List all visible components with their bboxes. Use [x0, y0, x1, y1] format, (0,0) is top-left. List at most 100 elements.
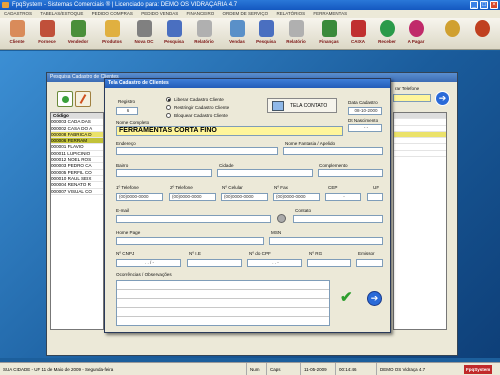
toolbar-receber-button[interactable]: Receber	[374, 20, 400, 49]
toolbar-power-button[interactable]	[470, 20, 494, 49]
report-icon	[288, 20, 304, 37]
observacoes-field[interactable]	[116, 280, 330, 326]
dt-nascimento-field[interactable]: - -	[348, 124, 382, 132]
emissor-field[interactable]	[356, 259, 383, 267]
telefone2-label: 2º Telefone	[170, 185, 193, 190]
result-panel	[393, 112, 447, 330]
title-bar: FpqSystem - Sistemas Comerciais ® | Lice…	[0, 0, 500, 10]
toolbar-nova-oc-button[interactable]: Nova OC	[131, 20, 157, 49]
data-cadastro-field[interactable]: 08-10-2000	[348, 107, 382, 115]
registro-field[interactable]: 6	[116, 107, 138, 115]
bairro-label: Bairro	[116, 163, 129, 168]
fax-label: Nº Fax	[274, 185, 288, 190]
toolbar-vendedor-button[interactable]: Vendedor	[64, 20, 92, 49]
telefone1-field[interactable]: (00)0000-0000	[116, 193, 163, 201]
confirm-check-icon[interactable]: ✔	[340, 290, 355, 305]
celular-field[interactable]: (00)0000-0000	[221, 193, 268, 201]
menu-ferramentas[interactable]: FERRAMENTAS	[313, 11, 347, 16]
contato-field[interactable]	[293, 215, 383, 223]
menu-financeiro[interactable]: FINANCEIRO	[186, 11, 214, 16]
contact-icon	[272, 101, 284, 111]
menu-pedido-vendas[interactable]: PEDIDO VENDAS	[141, 11, 178, 16]
endereco-label: Endereço	[116, 141, 136, 146]
fax-field[interactable]: (00)0000-0000	[273, 193, 320, 201]
menu-pedido-compras[interactable]: PEDIDO COMPRAS	[92, 11, 133, 16]
telefone2-field[interactable]: (00)0000-0000	[169, 193, 216, 201]
telefone1-label: 1º Telefone	[116, 185, 139, 190]
email-send-icon[interactable]	[277, 214, 286, 223]
radio-bloquear[interactable]	[166, 113, 171, 118]
list-item[interactable]: 000007 VISUAL CO	[51, 189, 103, 195]
new-order-icon	[136, 20, 152, 37]
cnpj-field[interactable]: . . / -	[116, 259, 181, 267]
finance-icon	[321, 20, 337, 37]
nome-field[interactable]: FERRAMENTAS CORTA FINO	[116, 126, 343, 136]
radio-restringir[interactable]	[166, 105, 171, 110]
maximize-button[interactable]: □	[480, 1, 488, 9]
data-cadastro-label: Data Cadastro	[348, 100, 378, 105]
toolbar-relatorio-button[interactable]: Relatório	[190, 20, 218, 49]
dialog-caption: Tela Cadastro de Clientes	[105, 79, 390, 88]
toolbar-pesquisa-vendas-button[interactable]: Pesquisa	[253, 20, 279, 49]
bairro-field[interactable]	[116, 169, 212, 177]
uf-field[interactable]	[367, 193, 383, 201]
msn-field[interactable]	[269, 237, 383, 245]
tela-contato-button[interactable]: TELA CONTATO	[267, 98, 337, 113]
search-phone-input[interactable]	[393, 94, 431, 102]
arrow-right-icon[interactable]: ➔	[435, 91, 450, 106]
homepage-label: Home Page	[116, 230, 141, 235]
toolbar-a-pagar-button[interactable]: A Pagar	[403, 20, 429, 49]
toolbar-caixa-button[interactable]: CAIXA	[346, 20, 370, 49]
cep-field[interactable]: -	[325, 193, 361, 201]
fantasia-field[interactable]	[283, 147, 383, 155]
next-arrow-icon[interactable]: ➔	[367, 291, 382, 306]
cpf-label: Nº do CPF	[249, 251, 271, 256]
power-icon	[474, 20, 490, 37]
client-registration-dialog: Tela Cadastro de Clientes Registro 6 Lib…	[104, 78, 391, 333]
products-icon	[104, 20, 120, 37]
ie-field[interactable]	[187, 259, 242, 267]
toolbar-cliente-button[interactable]: Cliente	[4, 20, 30, 49]
email-field[interactable]	[116, 215, 271, 223]
complemento-field[interactable]	[318, 169, 383, 177]
menu-relatorios[interactable]: RELATÓRIOS	[276, 11, 305, 16]
toolbar-vendas-button[interactable]: Vendas	[224, 20, 250, 49]
rg-field[interactable]	[307, 259, 351, 267]
seller-icon	[70, 20, 86, 37]
search-phone-label: rar Telefone	[395, 86, 420, 91]
menu-cadastros[interactable]: CADASTROS	[4, 11, 32, 16]
cashier-icon	[350, 20, 366, 37]
endereco-field[interactable]	[116, 147, 278, 155]
rg-label: Nº RG	[309, 251, 323, 256]
complemento-label: Complemento	[319, 163, 348, 168]
receive-icon	[379, 20, 395, 37]
new-record-icon[interactable]	[57, 91, 73, 107]
cidade-field[interactable]	[217, 169, 313, 177]
toolbar-produtos-button[interactable]: Produtos	[98, 20, 126, 49]
radio-liberar[interactable]	[166, 97, 171, 102]
nome-label: Nome Completo	[116, 120, 150, 125]
toolbar-fornece-button[interactable]: Fornece	[34, 20, 60, 49]
toolbar-relatorio-vendas-button[interactable]: Relatório	[282, 20, 310, 49]
radio-bloquear-label: Bloquear Cadastro Cliente	[174, 113, 228, 118]
radio-restringir-label: Restringir Cadastro Cliente	[174, 105, 230, 110]
homepage-field[interactable]	[116, 237, 264, 245]
toolbar: Cliente Fornece Vendedor Produtos Nova O…	[0, 18, 500, 50]
menu-ordem-servico[interactable]: ORDEM DE SERVIÇO	[223, 11, 269, 16]
settings-icon	[444, 20, 460, 37]
toolbar-pesquisa-button[interactable]: Pesquisa	[161, 20, 187, 49]
close-button[interactable]: ×	[490, 1, 498, 9]
registro-label: Registro	[118, 99, 136, 104]
toolbar-settings-button[interactable]	[440, 20, 464, 49]
uf-label: UF	[373, 185, 380, 190]
menu-bar: CADASTROS TABELAS/ESTOQUE PEDIDO COMPRAS…	[0, 10, 500, 18]
window-title: FpqSystem - Sistemas Comerciais ® | Lice…	[12, 2, 238, 8]
menu-tabelas-estoque[interactable]: TABELAS/ESTOQUE	[40, 11, 83, 16]
minimize-button[interactable]: _	[470, 1, 478, 9]
toolbar-financas-button[interactable]: Finanças	[316, 20, 342, 49]
cpf-field[interactable]: . . -	[247, 259, 302, 267]
contato-label: Contato	[295, 208, 312, 213]
observacoes-label: Ocorrências / Observações	[116, 272, 172, 277]
status-time: 00:14:46	[335, 363, 360, 375]
edit-record-icon[interactable]	[75, 91, 91, 107]
